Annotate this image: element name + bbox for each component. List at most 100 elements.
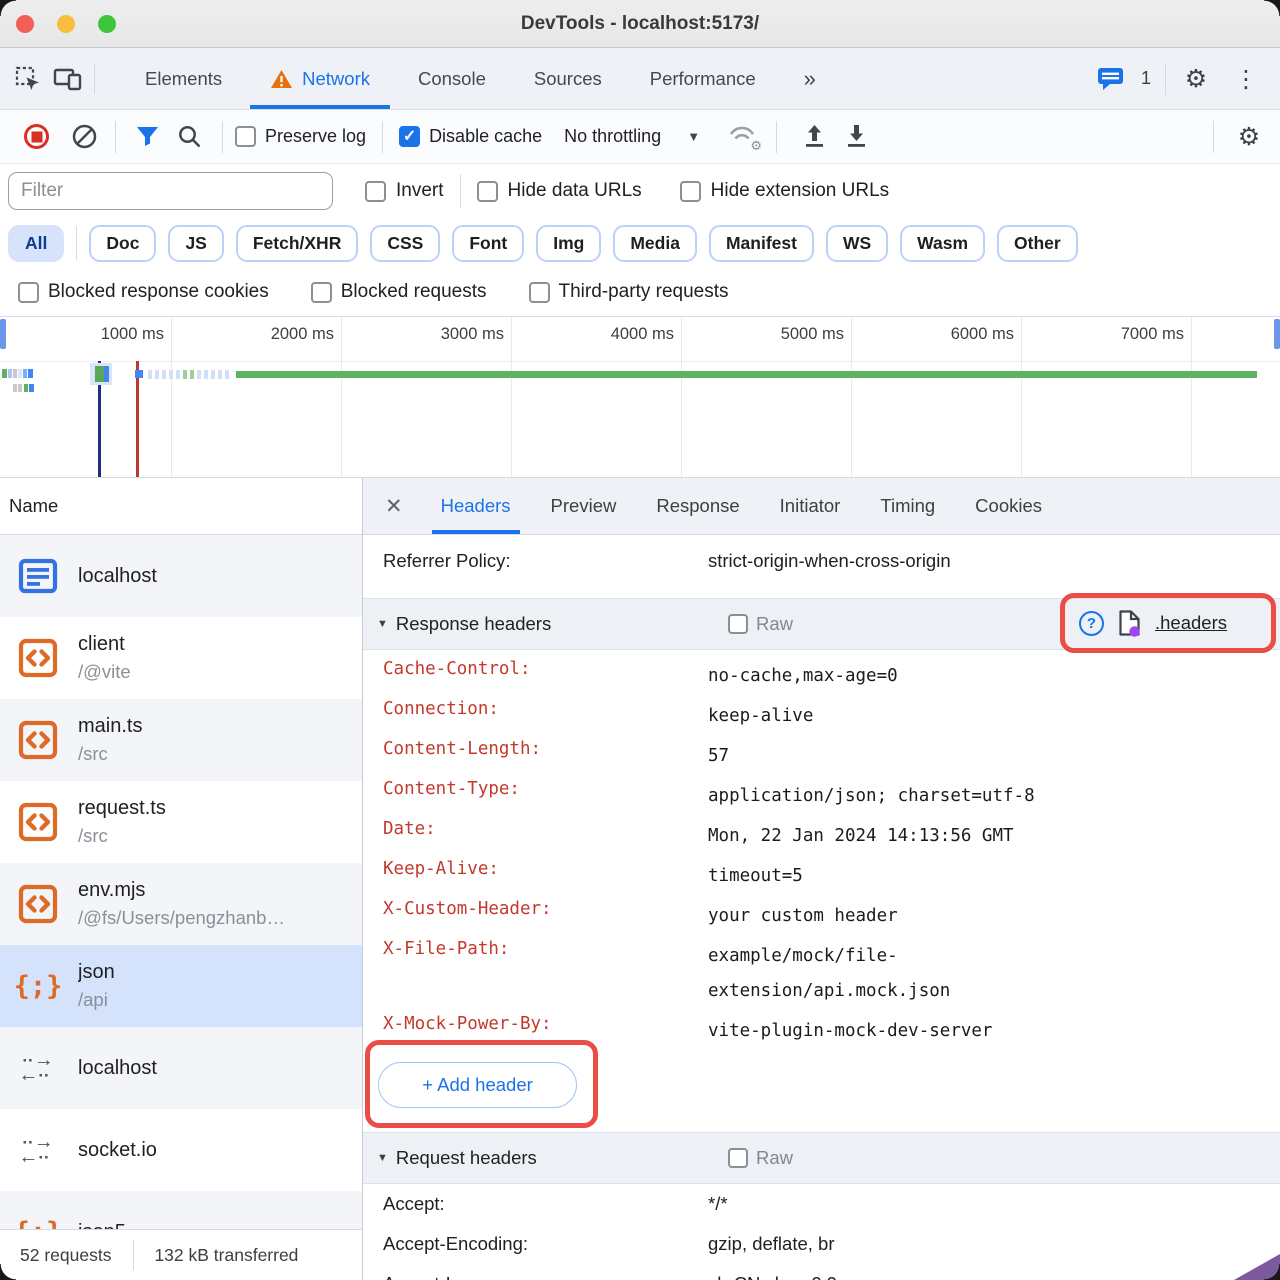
tab-label: Sources <box>534 68 602 90</box>
filter-chip-other[interactable]: Other <box>997 225 1078 262</box>
details-tab-headers[interactable]: Headers <box>432 478 520 534</box>
details-tab-timing[interactable]: Timing <box>871 478 944 534</box>
request-row-main.ts[interactable]: main.ts/src <box>0 699 362 781</box>
divider <box>115 121 116 153</box>
transferred-size: 132 kB transferred <box>154 1245 298 1266</box>
overview-right-handle[interactable] <box>1274 319 1280 349</box>
network-overview-timeline[interactable]: 1000 ms2000 ms3000 ms4000 ms5000 ms6000 … <box>0 316 1280 478</box>
filter-funnel-icon[interactable] <box>126 116 168 158</box>
throttling-value: No throttling <box>564 126 661 147</box>
request-row-localhost[interactable]: localhost <box>0 535 362 617</box>
name-column-header[interactable]: Name <box>0 478 362 535</box>
details-tab-cookies[interactable]: Cookies <box>966 478 1051 534</box>
response-header-row: X-Mock-Power-By:vite-plugin-mock-dev-ser… <box>363 1005 1280 1045</box>
request-text: json5 <box>78 1221 126 1230</box>
throttling-dropdown[interactable]: No throttling ▼ <box>564 126 700 147</box>
export-har-icon[interactable] <box>835 116 877 158</box>
filter-chip-fetch-xhr[interactable]: Fetch/XHR <box>236 225 358 262</box>
request-text: localhost <box>78 1057 157 1080</box>
response-headers-title: Response headers <box>396 613 551 635</box>
request-row-socket.io[interactable]: ··→←··socket.io <box>0 1109 362 1191</box>
checkbox[interactable] <box>529 282 550 303</box>
device-toolbar-icon[interactable] <box>48 59 88 99</box>
tab-elements[interactable]: Elements <box>121 48 246 109</box>
waterfall-bar <box>18 384 22 392</box>
filter-chip-manifest[interactable]: Manifest <box>709 225 814 262</box>
details-tab-response[interactable]: Response <box>647 478 748 534</box>
request-row-client[interactable]: client/@vite <box>0 617 362 699</box>
request-text: main.ts/src <box>78 715 142 765</box>
filter-chip-all[interactable]: All <box>8 225 64 262</box>
file-override-icon[interactable] <box>1118 609 1141 637</box>
tab-label: Performance <box>650 68 756 90</box>
console-messages-icon[interactable] <box>1091 59 1131 99</box>
waterfall-bar <box>155 370 159 379</box>
request-name: client <box>78 633 131 656</box>
filter-chip-css[interactable]: CSS <box>370 225 440 262</box>
filter-chip-media[interactable]: Media <box>613 225 697 262</box>
search-icon[interactable] <box>168 116 210 158</box>
hide-extension-urls-checkbox[interactable] <box>680 181 701 202</box>
clear-network-log-icon[interactable] <box>63 116 105 158</box>
collapse-triangle-icon[interactable]: ▼ <box>377 618 388 630</box>
help-icon[interactable]: ? <box>1079 611 1104 636</box>
window-title: DevTools - localhost:5173/ <box>0 13 1280 35</box>
details-tab-initiator[interactable]: Initiator <box>771 478 850 534</box>
disable-cache-checkbox[interactable] <box>399 126 420 147</box>
filter-chip-doc[interactable]: Doc <box>89 225 156 262</box>
waterfall-bar <box>162 370 166 379</box>
response-header-row: X-Custom-Header:your custom header <box>363 890 1280 930</box>
more-options-kebab-icon[interactable]: ⋮ <box>1226 59 1266 99</box>
tab-performance[interactable]: Performance <box>626 48 780 109</box>
filter-chip-ws[interactable]: WS <box>826 225 888 262</box>
preserve-log-checkbox[interactable] <box>235 126 256 147</box>
headers-file-link[interactable]: .headers <box>1155 612 1227 634</box>
collapse-triangle-icon[interactable]: ▼ <box>377 1152 388 1164</box>
request-headers-section[interactable]: ▼ Request headers Raw <box>363 1132 1280 1184</box>
record-network-log-button[interactable] <box>24 124 49 149</box>
tab-sources[interactable]: Sources <box>510 48 626 109</box>
tab-network[interactable]: Network <box>246 48 394 109</box>
network-toolbar: Preserve log Disable cache No throttling… <box>0 110 1280 164</box>
preserve-log-label: Preserve log <box>265 126 366 147</box>
network-conditions-icon[interactable]: ⚙ <box>726 123 760 151</box>
request-raw-checkbox[interactable] <box>728 1148 748 1168</box>
gridline <box>851 317 852 477</box>
request-row-env.mjs[interactable]: env.mjs/@fs/Users/pengzhanb… <box>0 863 362 945</box>
filter-chip-wasm[interactable]: Wasm <box>900 225 985 262</box>
overview-left-handle[interactable] <box>0 319 6 349</box>
settings-gear-icon[interactable]: ⚙ <box>1176 59 1216 99</box>
more-tabs-chevron[interactable]: » <box>780 48 840 109</box>
filter-chip-font[interactable]: Font <box>452 225 524 262</box>
json-icon: {;} <box>18 971 58 1002</box>
request-row-request.ts[interactable]: request.ts/src <box>0 781 362 863</box>
tab-label: Network <box>302 68 370 90</box>
filter-chip-js[interactable]: JS <box>168 225 223 262</box>
tick-label: 3000 ms <box>441 325 511 344</box>
inspect-element-icon[interactable] <box>8 59 48 99</box>
divider <box>76 226 77 260</box>
network-settings-gear-icon[interactable]: ⚙ <box>1228 116 1270 158</box>
header-value: keep-alive <box>708 690 813 734</box>
import-har-icon[interactable] <box>793 116 835 158</box>
close-details-icon[interactable]: ✕ <box>385 494 403 519</box>
response-raw-checkbox[interactable] <box>728 614 748 634</box>
invert-checkbox[interactable] <box>365 181 386 202</box>
request-row-json[interactable]: {;}json/api <box>0 945 362 1027</box>
add-header-button[interactable]: + Add header <box>378 1062 577 1108</box>
details-tab-preview[interactable]: Preview <box>542 478 626 534</box>
request-row-json5[interactable]: {;}json5 <box>0 1191 362 1229</box>
request-name: env.mjs <box>78 879 285 902</box>
filter-input[interactable] <box>8 172 333 210</box>
tab-console[interactable]: Console <box>394 48 510 109</box>
waterfall-bar <box>211 370 215 379</box>
checkbox[interactable] <box>18 282 39 303</box>
header-name: Accept: <box>363 1193 708 1215</box>
header-value: no-cache,max-age=0 <box>708 650 898 694</box>
request-row-localhost[interactable]: ··→←··localhost <box>0 1027 362 1109</box>
hide-data-urls-checkbox[interactable] <box>477 181 498 202</box>
checkbox[interactable] <box>311 282 332 303</box>
waterfall-bar <box>104 366 109 382</box>
filter-chip-img[interactable]: Img <box>536 225 601 262</box>
header-row: Referrer Policy:strict-origin-when-cross… <box>363 535 1280 581</box>
